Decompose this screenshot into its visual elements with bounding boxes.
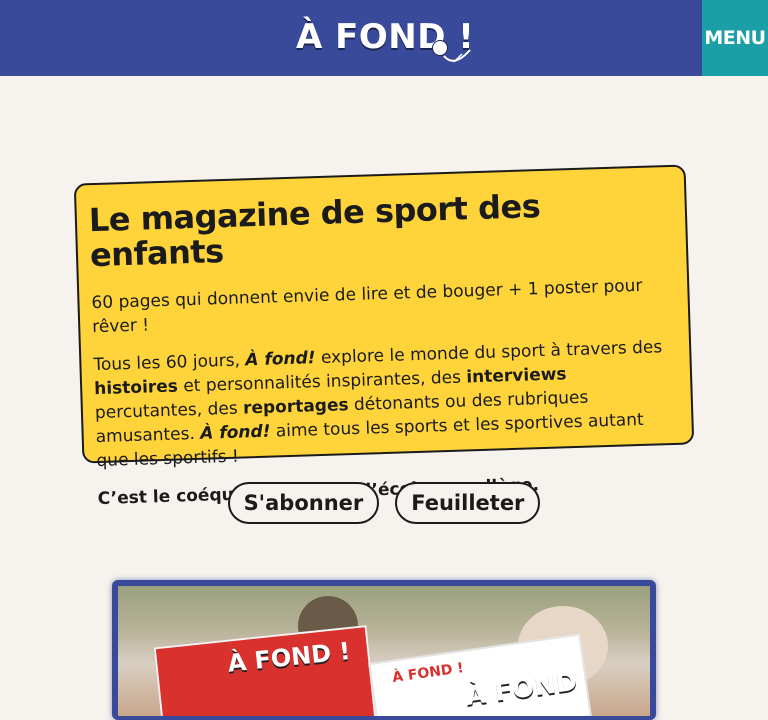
- highlight-reportages: reportages: [242, 395, 349, 419]
- hero-title: Le magazine de sport des enfants: [88, 187, 541, 275]
- hero-card: Le magazine de sport des enfants 60 page…: [73, 164, 695, 509]
- action-buttons: S'abonner Feuilleter: [0, 482, 768, 524]
- photo-frame: À FOND ! À FOND ! À FOND !: [112, 580, 656, 720]
- desc-text: percutantes, des: [94, 398, 244, 424]
- site-logo[interactable]: À FOND !: [296, 6, 474, 68]
- cover-title: À FOND !: [226, 636, 352, 678]
- kids-reading-photo: À FOND ! À FOND ! À FOND !: [118, 586, 650, 716]
- menu-button[interactable]: MENU: [702, 0, 768, 76]
- magazine-cover: À FOND !: [153, 625, 377, 716]
- cover-title: À FOND !: [463, 666, 580, 716]
- subscribe-button[interactable]: S'abonner: [227, 482, 380, 524]
- brand-name: À fond!: [245, 348, 316, 371]
- swoosh-icon: [443, 49, 471, 63]
- cover-title: À FOND !: [391, 660, 465, 686]
- top-bar: À FOND ! MENU: [0, 0, 768, 76]
- desc-text: Tous les 60 jours,: [93, 350, 246, 376]
- desc-text: explore le monde du sport à travers des: [315, 337, 663, 369]
- browse-button[interactable]: Feuilleter: [395, 482, 541, 524]
- brand-name: À fond!: [199, 422, 271, 445]
- magazine-cover: À FOND ! À FOND !: [368, 633, 592, 716]
- hero-description: Tous les 60 jours, À fond! explore le mo…: [93, 335, 672, 473]
- highlight-interviews: interviews: [466, 364, 567, 388]
- hero-subtitle: 60 pages qui donnent envie de lire et de…: [91, 276, 643, 338]
- highlight-histoires: histoires: [93, 376, 179, 400]
